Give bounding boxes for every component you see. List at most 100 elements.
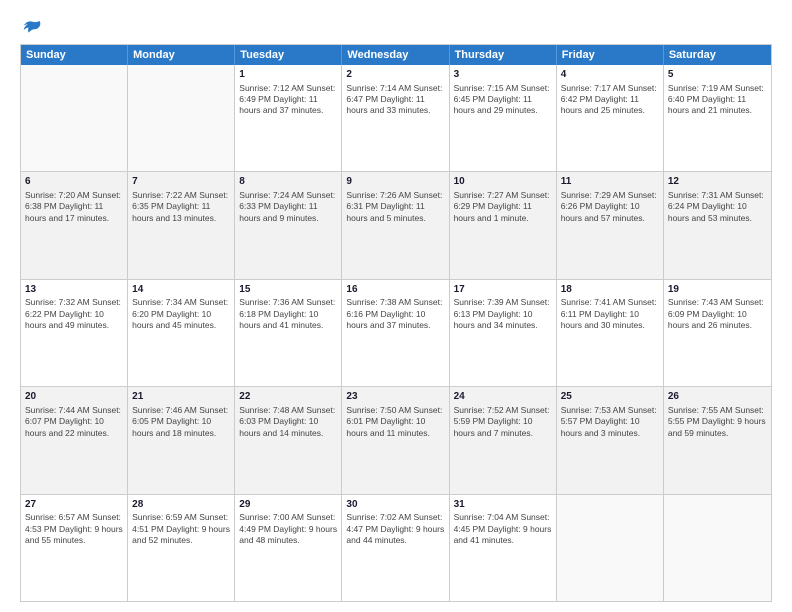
cell-content: Sunrise: 7:26 AM Sunset: 6:31 PM Dayligh… xyxy=(346,190,444,224)
cell-content: Sunrise: 7:38 AM Sunset: 6:16 PM Dayligh… xyxy=(346,297,444,331)
day-number: 17 xyxy=(454,283,552,297)
cell-content: Sunrise: 7:46 AM Sunset: 6:05 PM Dayligh… xyxy=(132,405,230,439)
cell-content: Sunrise: 7:00 AM Sunset: 4:49 PM Dayligh… xyxy=(239,512,337,546)
calendar-cell: 3Sunrise: 7:15 AM Sunset: 6:45 PM Daylig… xyxy=(450,65,557,171)
day-number: 12 xyxy=(668,175,767,189)
calendar-cell: 7Sunrise: 7:22 AM Sunset: 6:35 PM Daylig… xyxy=(128,172,235,278)
cell-content: Sunrise: 7:15 AM Sunset: 6:45 PM Dayligh… xyxy=(454,83,552,117)
cell-content: Sunrise: 7:19 AM Sunset: 6:40 PM Dayligh… xyxy=(668,83,767,117)
header-cell-saturday: Saturday xyxy=(664,45,771,65)
day-number: 7 xyxy=(132,175,230,189)
calendar-cell xyxy=(557,495,664,601)
calendar-row: 13Sunrise: 7:32 AM Sunset: 6:22 PM Dayli… xyxy=(21,279,771,386)
calendar-cell: 31Sunrise: 7:04 AM Sunset: 4:45 PM Dayli… xyxy=(450,495,557,601)
header xyxy=(20,18,772,38)
cell-content: Sunrise: 6:59 AM Sunset: 4:51 PM Dayligh… xyxy=(132,512,230,546)
calendar-cell: 1Sunrise: 7:12 AM Sunset: 6:49 PM Daylig… xyxy=(235,65,342,171)
day-number: 28 xyxy=(132,498,230,512)
day-number: 13 xyxy=(25,283,123,297)
header-cell-monday: Monday xyxy=(128,45,235,65)
day-number: 14 xyxy=(132,283,230,297)
cell-content: Sunrise: 7:24 AM Sunset: 6:33 PM Dayligh… xyxy=(239,190,337,224)
day-number: 10 xyxy=(454,175,552,189)
calendar-row: 20Sunrise: 7:44 AM Sunset: 6:07 PM Dayli… xyxy=(21,386,771,493)
calendar-cell: 16Sunrise: 7:38 AM Sunset: 6:16 PM Dayli… xyxy=(342,280,449,386)
day-number: 3 xyxy=(454,68,552,82)
calendar-cell: 13Sunrise: 7:32 AM Sunset: 6:22 PM Dayli… xyxy=(21,280,128,386)
calendar-cell: 29Sunrise: 7:00 AM Sunset: 4:49 PM Dayli… xyxy=(235,495,342,601)
cell-content: Sunrise: 7:22 AM Sunset: 6:35 PM Dayligh… xyxy=(132,190,230,224)
day-number: 21 xyxy=(132,390,230,404)
day-number: 6 xyxy=(25,175,123,189)
calendar-cell: 17Sunrise: 7:39 AM Sunset: 6:13 PM Dayli… xyxy=(450,280,557,386)
calendar-row: 1Sunrise: 7:12 AM Sunset: 6:49 PM Daylig… xyxy=(21,65,771,171)
cell-content: Sunrise: 7:14 AM Sunset: 6:47 PM Dayligh… xyxy=(346,83,444,117)
cell-content: Sunrise: 7:32 AM Sunset: 6:22 PM Dayligh… xyxy=(25,297,123,331)
page: SundayMondayTuesdayWednesdayThursdayFrid… xyxy=(0,0,792,612)
day-number: 4 xyxy=(561,68,659,82)
cell-content: Sunrise: 7:17 AM Sunset: 6:42 PM Dayligh… xyxy=(561,83,659,117)
cell-content: Sunrise: 7:48 AM Sunset: 6:03 PM Dayligh… xyxy=(239,405,337,439)
day-number: 9 xyxy=(346,175,444,189)
day-number: 23 xyxy=(346,390,444,404)
cell-content: Sunrise: 7:12 AM Sunset: 6:49 PM Dayligh… xyxy=(239,83,337,117)
day-number: 26 xyxy=(668,390,767,404)
day-number: 20 xyxy=(25,390,123,404)
cell-content: Sunrise: 7:31 AM Sunset: 6:24 PM Dayligh… xyxy=(668,190,767,224)
calendar-cell: 14Sunrise: 7:34 AM Sunset: 6:20 PM Dayli… xyxy=(128,280,235,386)
cell-content: Sunrise: 7:52 AM Sunset: 5:59 PM Dayligh… xyxy=(454,405,552,439)
day-number: 5 xyxy=(668,68,767,82)
calendar-cell: 24Sunrise: 7:52 AM Sunset: 5:59 PM Dayli… xyxy=(450,387,557,493)
calendar-cell: 28Sunrise: 6:59 AM Sunset: 4:51 PM Dayli… xyxy=(128,495,235,601)
header-cell-sunday: Sunday xyxy=(21,45,128,65)
calendar-cell: 26Sunrise: 7:55 AM Sunset: 5:55 PM Dayli… xyxy=(664,387,771,493)
calendar-cell xyxy=(21,65,128,171)
cell-content: Sunrise: 7:20 AM Sunset: 6:38 PM Dayligh… xyxy=(25,190,123,224)
calendar-cell: 6Sunrise: 7:20 AM Sunset: 6:38 PM Daylig… xyxy=(21,172,128,278)
logo-bird-icon xyxy=(22,18,42,38)
calendar-cell: 4Sunrise: 7:17 AM Sunset: 6:42 PM Daylig… xyxy=(557,65,664,171)
cell-content: Sunrise: 6:57 AM Sunset: 4:53 PM Dayligh… xyxy=(25,512,123,546)
day-number: 24 xyxy=(454,390,552,404)
header-cell-friday: Friday xyxy=(557,45,664,65)
cell-content: Sunrise: 7:27 AM Sunset: 6:29 PM Dayligh… xyxy=(454,190,552,224)
header-cell-thursday: Thursday xyxy=(450,45,557,65)
calendar-cell: 8Sunrise: 7:24 AM Sunset: 6:33 PM Daylig… xyxy=(235,172,342,278)
day-number: 15 xyxy=(239,283,337,297)
cell-content: Sunrise: 7:29 AM Sunset: 6:26 PM Dayligh… xyxy=(561,190,659,224)
day-number: 8 xyxy=(239,175,337,189)
calendar-cell: 15Sunrise: 7:36 AM Sunset: 6:18 PM Dayli… xyxy=(235,280,342,386)
calendar-cell: 21Sunrise: 7:46 AM Sunset: 6:05 PM Dayli… xyxy=(128,387,235,493)
calendar-cell xyxy=(664,495,771,601)
calendar-cell: 27Sunrise: 6:57 AM Sunset: 4:53 PM Dayli… xyxy=(21,495,128,601)
calendar-body: 1Sunrise: 7:12 AM Sunset: 6:49 PM Daylig… xyxy=(21,65,771,601)
calendar-cell: 2Sunrise: 7:14 AM Sunset: 6:47 PM Daylig… xyxy=(342,65,449,171)
day-number: 2 xyxy=(346,68,444,82)
calendar-cell: 20Sunrise: 7:44 AM Sunset: 6:07 PM Dayli… xyxy=(21,387,128,493)
cell-content: Sunrise: 7:34 AM Sunset: 6:20 PM Dayligh… xyxy=(132,297,230,331)
day-number: 30 xyxy=(346,498,444,512)
day-number: 1 xyxy=(239,68,337,82)
calendar-cell xyxy=(128,65,235,171)
calendar-cell: 30Sunrise: 7:02 AM Sunset: 4:47 PM Dayli… xyxy=(342,495,449,601)
calendar-cell: 5Sunrise: 7:19 AM Sunset: 6:40 PM Daylig… xyxy=(664,65,771,171)
calendar-cell: 18Sunrise: 7:41 AM Sunset: 6:11 PM Dayli… xyxy=(557,280,664,386)
calendar-cell: 19Sunrise: 7:43 AM Sunset: 6:09 PM Dayli… xyxy=(664,280,771,386)
calendar: SundayMondayTuesdayWednesdayThursdayFrid… xyxy=(20,44,772,602)
header-cell-wednesday: Wednesday xyxy=(342,45,449,65)
calendar-cell: 9Sunrise: 7:26 AM Sunset: 6:31 PM Daylig… xyxy=(342,172,449,278)
day-number: 19 xyxy=(668,283,767,297)
day-number: 25 xyxy=(561,390,659,404)
cell-content: Sunrise: 7:53 AM Sunset: 5:57 PM Dayligh… xyxy=(561,405,659,439)
cell-content: Sunrise: 7:02 AM Sunset: 4:47 PM Dayligh… xyxy=(346,512,444,546)
calendar-cell: 10Sunrise: 7:27 AM Sunset: 6:29 PM Dayli… xyxy=(450,172,557,278)
calendar-row: 6Sunrise: 7:20 AM Sunset: 6:38 PM Daylig… xyxy=(21,171,771,278)
calendar-cell: 23Sunrise: 7:50 AM Sunset: 6:01 PM Dayli… xyxy=(342,387,449,493)
calendar-row: 27Sunrise: 6:57 AM Sunset: 4:53 PM Dayli… xyxy=(21,494,771,601)
logo xyxy=(20,18,42,38)
cell-content: Sunrise: 7:55 AM Sunset: 5:55 PM Dayligh… xyxy=(668,405,767,439)
cell-content: Sunrise: 7:44 AM Sunset: 6:07 PM Dayligh… xyxy=(25,405,123,439)
cell-content: Sunrise: 7:50 AM Sunset: 6:01 PM Dayligh… xyxy=(346,405,444,439)
cell-content: Sunrise: 7:39 AM Sunset: 6:13 PM Dayligh… xyxy=(454,297,552,331)
calendar-cell: 25Sunrise: 7:53 AM Sunset: 5:57 PM Dayli… xyxy=(557,387,664,493)
